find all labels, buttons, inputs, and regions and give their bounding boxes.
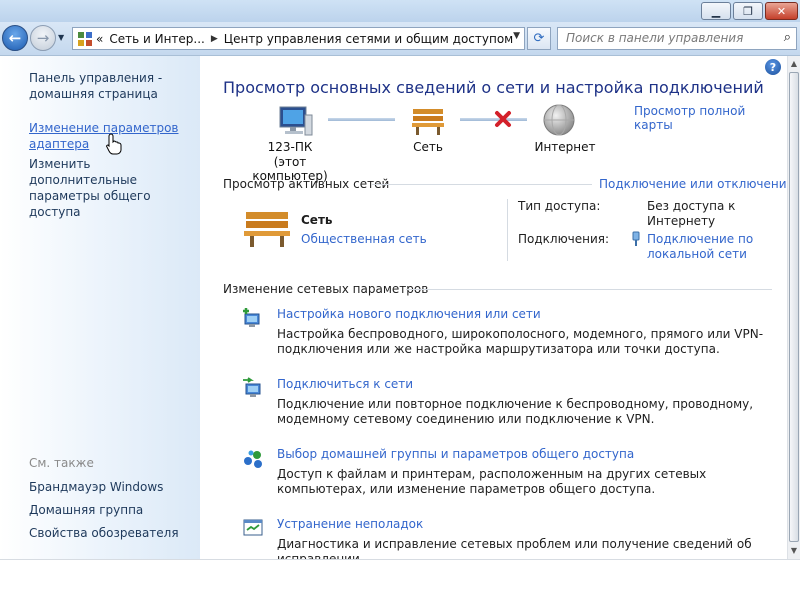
page-title: Просмотр основных сведений о сети и наст… (223, 78, 764, 97)
history-dropdown-icon[interactable]: ▼ (58, 33, 68, 43)
new-connection-link[interactable]: Настройка нового подключения или сети (277, 307, 541, 321)
access-type-value: Без доступа к Интернету (647, 199, 736, 228)
connections-label: Подключения: (518, 232, 610, 246)
network-type-link[interactable]: Общественная сеть (301, 232, 427, 246)
homegroup-desc: Доступ к файлам и принтерам, расположенн… (277, 467, 707, 496)
network-map-label: Сеть (413, 140, 443, 154)
divider (372, 184, 592, 185)
main-content: ? Просмотр основных сведений о сети и на… (200, 56, 794, 566)
refresh-button[interactable]: ⟳ (527, 27, 551, 50)
access-type-label: Тип доступа: (518, 199, 601, 213)
map-connection-line (328, 118, 395, 121)
internet-globe-icon[interactable] (542, 103, 576, 137)
internet-map-label: Интернет (534, 140, 596, 154)
close-button[interactable]: ✕ (765, 2, 798, 20)
vertical-scrollbar[interactable]: ▲ ▼ (787, 56, 800, 559)
breadcrumb-network-center[interactable]: Центр управления сетями и общим доступом (224, 32, 513, 46)
new-connection-icon (243, 308, 260, 327)
new-connection-desc: Настройка беспроводного, широкополосного… (277, 327, 764, 356)
sidebar-homegroup-link[interactable]: Домашняя группа (29, 503, 143, 517)
breadcrumb-network-internet[interactable]: Сеть и Интер... (109, 32, 205, 46)
sidebar-internet-options-link[interactable]: Свойства обозревателя (29, 526, 179, 540)
no-connection-x-icon[interactable] (494, 110, 512, 128)
ethernet-plug-icon (632, 231, 640, 246)
breadcrumb-overflow[interactable]: « (96, 32, 103, 46)
title-bar: ▁ ❐ ✕ (0, 0, 800, 22)
maximize-button[interactable]: ❐ (733, 2, 763, 20)
divider (406, 289, 772, 290)
homegroup-icon (244, 450, 262, 468)
control-panel-icon (78, 31, 92, 46)
scroll-thumb[interactable] (789, 72, 799, 542)
sidebar-home-link[interactable]: Панель управления - домашняя страница (29, 70, 199, 102)
active-networks-heading: Просмотр активных сетей (223, 177, 390, 191)
vertical-divider (507, 199, 508, 261)
local-connection-link[interactable]: Подключение по локальной сети (647, 232, 777, 262)
homegroup-link[interactable]: Выбор домашней группы и параметров общег… (277, 447, 634, 461)
troubleshoot-link[interactable]: Устранение неполадок (277, 517, 423, 531)
search-input[interactable]: Поиск в панели управления ⌕ (557, 27, 797, 50)
scroll-up-icon[interactable]: ▲ (788, 57, 800, 71)
active-network-name: Сеть (301, 213, 333, 227)
search-icon[interactable]: ⌕ (784, 30, 791, 45)
change-settings-heading: Изменение сетевых параметров (223, 282, 429, 296)
bench-network-large-icon (244, 212, 290, 247)
address-bar[interactable]: « Сеть и Интер... ▶ Центр управления сет… (72, 27, 525, 50)
sidebar-firewall-link[interactable]: Брандмауэр Windows (29, 480, 163, 494)
computer-icon[interactable] (278, 105, 314, 137)
address-dropdown-icon[interactable]: ▼ (513, 31, 520, 41)
connect-network-link[interactable]: Подключиться к сети (277, 377, 413, 391)
connect-disconnect-link[interactable]: Подключение или отключение (599, 177, 794, 191)
computer-name-label: 123-ПК (267, 140, 313, 154)
bench-network-icon[interactable] (410, 106, 446, 136)
minimize-button[interactable]: ▁ (701, 2, 731, 20)
forward-button[interactable]: → (30, 25, 56, 51)
back-button[interactable]: ← (2, 25, 28, 51)
sidebar-advanced-sharing-link[interactable]: Изменить дополнительные параметры общего… (29, 156, 199, 220)
see-also-heading: См. также (29, 456, 94, 470)
hand-cursor-icon (106, 133, 122, 155)
navigation-bar: ← → ▼ « Сеть и Интер... ▶ Центр управлен… (0, 22, 800, 56)
scroll-down-icon[interactable]: ▼ (788, 544, 800, 558)
sidebar: Панель управления - домашняя страница Из… (0, 56, 200, 559)
breadcrumb-separator-icon[interactable]: ▶ (211, 34, 218, 44)
connect-network-desc: Подключение или повторное подключение к … (277, 397, 754, 426)
search-placeholder: Поиск в панели управления (566, 31, 744, 45)
troubleshoot-icon (243, 519, 263, 536)
window-bottom-frame (0, 559, 800, 602)
connect-network-icon (243, 377, 261, 397)
help-icon[interactable]: ? (765, 59, 781, 75)
view-full-map-link[interactable]: Просмотр полной карты (634, 104, 787, 132)
